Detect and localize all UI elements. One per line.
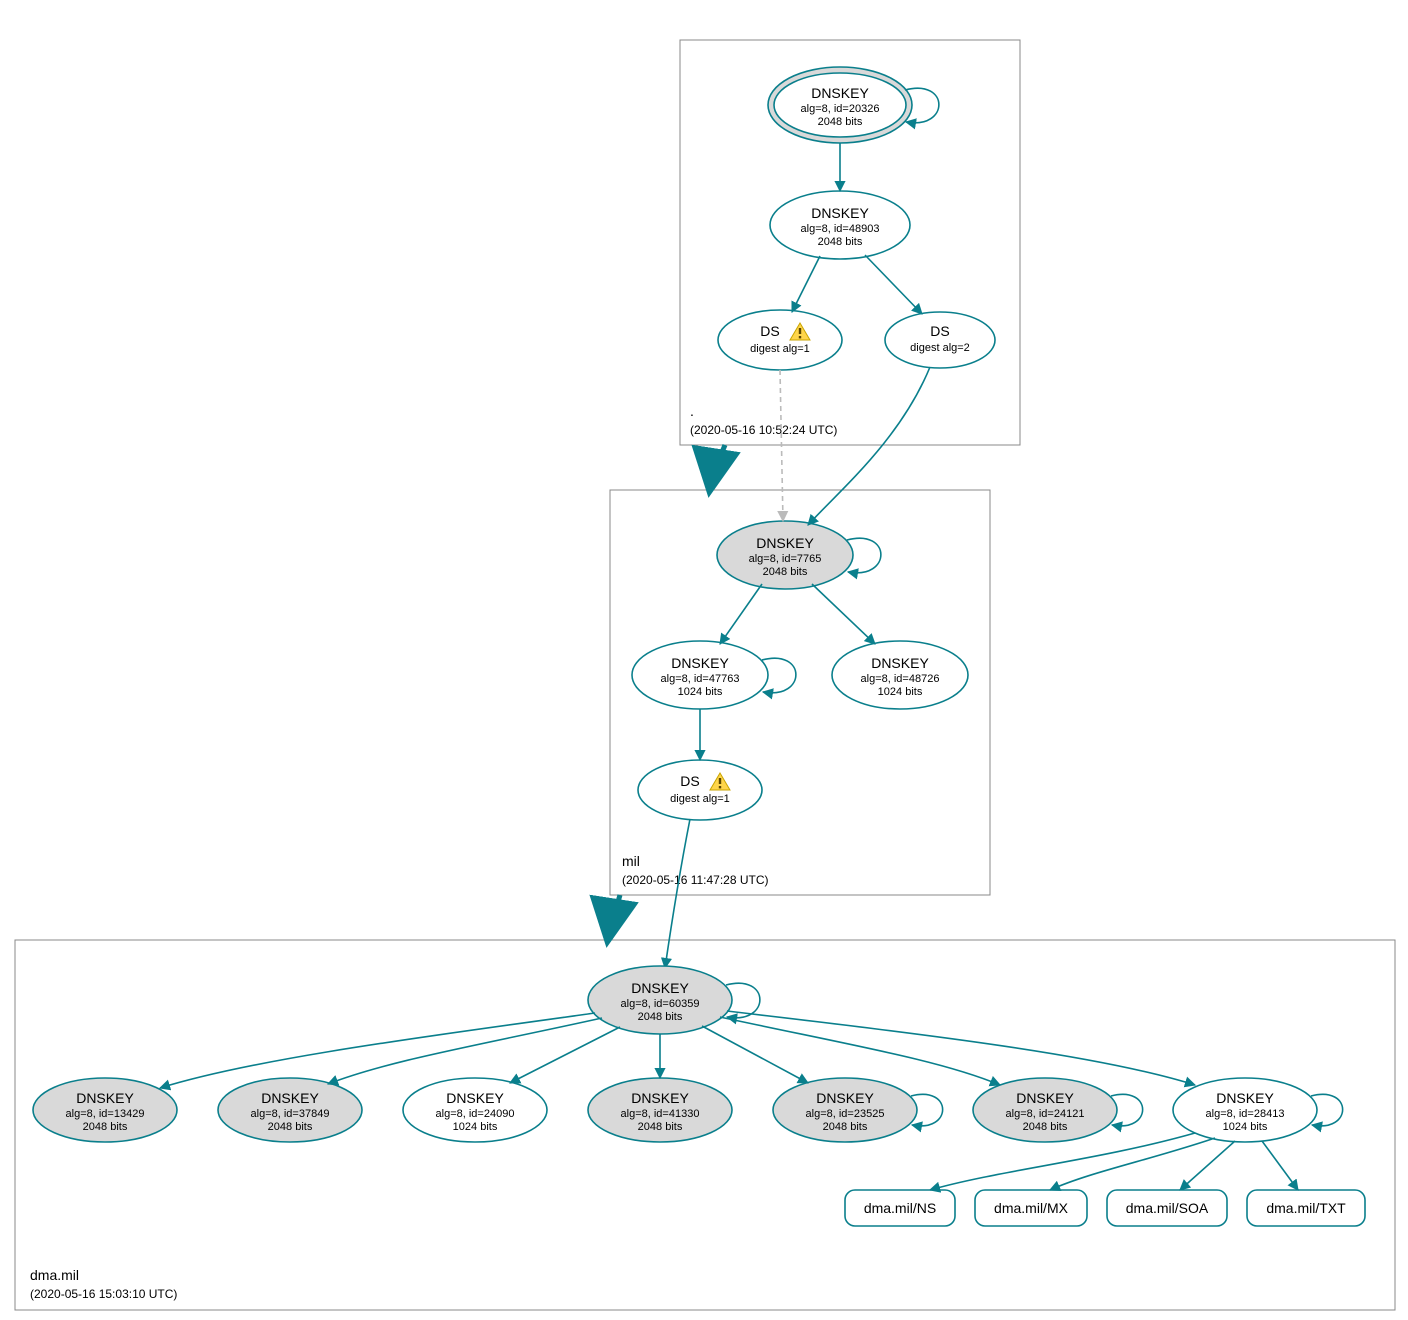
svg-text:digest alg=1: digest alg=1 [750, 343, 810, 355]
svg-text:2048 bits: 2048 bits [763, 566, 808, 578]
edge-dma-ksk-k2 [328, 1018, 602, 1084]
svg-text:dma.mil/SOA: dma.mil/SOA [1126, 1200, 1209, 1216]
svg-text:alg=8, id=48903: alg=8, id=48903 [801, 223, 880, 235]
svg-text:DS: DS [680, 773, 699, 789]
edge-dma-ksk-k1 [160, 1013, 595, 1088]
node-rrset-mx[interactable]: dma.mil/MX [975, 1190, 1087, 1226]
edge-root-ds2-mil-ksk [808, 367, 930, 525]
svg-text:DNSKEY: DNSKEY [1216, 1090, 1274, 1106]
svg-text:alg=8, id=20326: alg=8, id=20326 [801, 103, 880, 115]
zone-dma-timestamp: (2020-05-16 15:03:10 UTC) [30, 1287, 177, 1301]
svg-text:1024 bits: 1024 bits [453, 1121, 498, 1133]
node-dma-k5[interactable]: DNSKEY alg=8, id=23525 2048 bits [773, 1078, 917, 1142]
node-root-zsk[interactable]: DNSKEY alg=8, id=48903 2048 bits [770, 191, 910, 259]
zone-root-timestamp: (2020-05-16 10:52:24 UTC) [690, 423, 837, 437]
svg-text:DS: DS [760, 323, 779, 339]
svg-text:2048 bits: 2048 bits [638, 1121, 683, 1133]
node-root-ds2[interactable]: DS digest alg=2 [885, 312, 995, 368]
svg-text:alg=8, id=28413: alg=8, id=28413 [1206, 1108, 1285, 1120]
svg-text:alg=8, id=13429: alg=8, id=13429 [66, 1108, 145, 1120]
svg-text:alg=8, id=47763: alg=8, id=47763 [661, 673, 740, 685]
svg-text:dma.mil/NS: dma.mil/NS [864, 1200, 936, 1216]
edge-dma-ksk-k3 [510, 1027, 620, 1083]
edge-dma-k7-txt [1262, 1141, 1298, 1190]
svg-text:1024 bits: 1024 bits [1223, 1121, 1268, 1133]
svg-text:digest alg=2: digest alg=2 [910, 342, 970, 354]
node-rrset-soa[interactable]: dma.mil/SOA [1107, 1190, 1227, 1226]
svg-text:2048 bits: 2048 bits [1023, 1121, 1068, 1133]
node-dma-k2[interactable]: DNSKEY alg=8, id=37849 2048 bits [218, 1078, 362, 1142]
node-rrset-ns[interactable]: dma.mil/NS [845, 1190, 955, 1226]
node-dma-k6[interactable]: DNSKEY alg=8, id=24121 2048 bits [973, 1078, 1117, 1142]
svg-text:alg=8, id=60359: alg=8, id=60359 [621, 998, 700, 1010]
edge-root-zsk-ds1 [792, 256, 820, 312]
svg-text:DNSKEY: DNSKEY [871, 655, 929, 671]
zone-root-name: . [690, 403, 694, 419]
svg-text:digest alg=1: digest alg=1 [670, 793, 730, 805]
node-mil-ds1[interactable]: DS digest alg=1 [638, 760, 762, 820]
svg-text:alg=8, id=37849: alg=8, id=37849 [251, 1108, 330, 1120]
edge-mil-ds1-dma-ksk [665, 819, 690, 968]
svg-text:2048 bits: 2048 bits [638, 1011, 683, 1023]
svg-text:DNSKEY: DNSKEY [76, 1090, 134, 1106]
svg-text:dma.mil/MX: dma.mil/MX [994, 1200, 1069, 1216]
edge-root-zsk-ds2 [865, 255, 922, 314]
node-rrset-txt[interactable]: dma.mil/TXT [1247, 1190, 1365, 1226]
node-mil-zsk1[interactable]: DNSKEY alg=8, id=47763 1024 bits [632, 641, 768, 709]
node-dma-k1[interactable]: DNSKEY alg=8, id=13429 2048 bits [33, 1078, 177, 1142]
svg-text:alg=8, id=7765: alg=8, id=7765 [749, 553, 822, 565]
svg-text:DNSKEY: DNSKEY [261, 1090, 319, 1106]
node-root-ds1[interactable]: DS digest alg=1 [718, 310, 842, 370]
svg-text:DNSKEY: DNSKEY [631, 980, 689, 996]
node-dma-k3[interactable]: DNSKEY alg=8, id=24090 1024 bits [403, 1078, 547, 1142]
edge-dma-ksk-k5 [702, 1026, 808, 1083]
svg-text:DNSKEY: DNSKEY [446, 1090, 504, 1106]
svg-text:DNSKEY: DNSKEY [1016, 1090, 1074, 1106]
svg-text:2048 bits: 2048 bits [823, 1121, 868, 1133]
edge-dma-k7-mx [1050, 1138, 1215, 1190]
svg-text:DNSKEY: DNSKEY [811, 205, 869, 221]
svg-text:2048 bits: 2048 bits [818, 236, 863, 248]
zone-dma-name: dma.mil [30, 1267, 79, 1283]
zone-mil-name: mil [622, 853, 640, 869]
svg-text:alg=8, id=23525: alg=8, id=23525 [806, 1108, 885, 1120]
svg-text:DNSKEY: DNSKEY [671, 655, 729, 671]
svg-text:1024 bits: 1024 bits [878, 686, 923, 698]
svg-text:alg=8, id=24121: alg=8, id=24121 [1006, 1108, 1085, 1120]
node-dma-k4[interactable]: DNSKEY alg=8, id=41330 2048 bits [588, 1078, 732, 1142]
edge-mil-ksk-zsk2 [812, 584, 875, 644]
edge-dma-ksk-k7 [727, 1011, 1195, 1085]
node-dma-ksk[interactable]: DNSKEY alg=8, id=60359 2048 bits [588, 966, 732, 1034]
zone-mil-timestamp: (2020-05-16 11:47:28 UTC) [622, 873, 769, 887]
edge-mil-ksk-zsk1 [720, 584, 762, 644]
svg-text:alg=8, id=41330: alg=8, id=41330 [621, 1108, 700, 1120]
svg-text:DS: DS [930, 323, 949, 339]
svg-text:alg=8, id=24090: alg=8, id=24090 [436, 1108, 515, 1120]
svg-text:2048 bits: 2048 bits [818, 116, 863, 128]
node-root-ksk[interactable]: DNSKEY alg=8, id=20326 2048 bits [768, 67, 912, 143]
node-mil-ksk[interactable]: DNSKEY alg=8, id=7765 2048 bits [717, 521, 853, 589]
svg-text:DNSKEY: DNSKEY [756, 535, 814, 551]
svg-text:DNSKEY: DNSKEY [811, 85, 869, 101]
svg-text:DNSKEY: DNSKEY [631, 1090, 689, 1106]
dnssec-graph: . (2020-05-16 10:52:24 UTC) mil (2020-05… [0, 0, 1408, 1320]
svg-text:2048 bits: 2048 bits [268, 1121, 313, 1133]
edge-dma-k7-soa [1180, 1141, 1235, 1190]
edge-mil-to-dma-zone [608, 895, 620, 938]
node-mil-zsk2[interactable]: DNSKEY alg=8, id=48726 1024 bits [832, 641, 968, 709]
svg-text:dma.mil/TXT: dma.mil/TXT [1266, 1200, 1346, 1216]
svg-text:1024 bits: 1024 bits [678, 686, 723, 698]
svg-text:DNSKEY: DNSKEY [816, 1090, 874, 1106]
svg-text:alg=8, id=48726: alg=8, id=48726 [861, 673, 940, 685]
edge-root-to-mil-zone [710, 445, 725, 488]
svg-text:2048 bits: 2048 bits [83, 1121, 128, 1133]
